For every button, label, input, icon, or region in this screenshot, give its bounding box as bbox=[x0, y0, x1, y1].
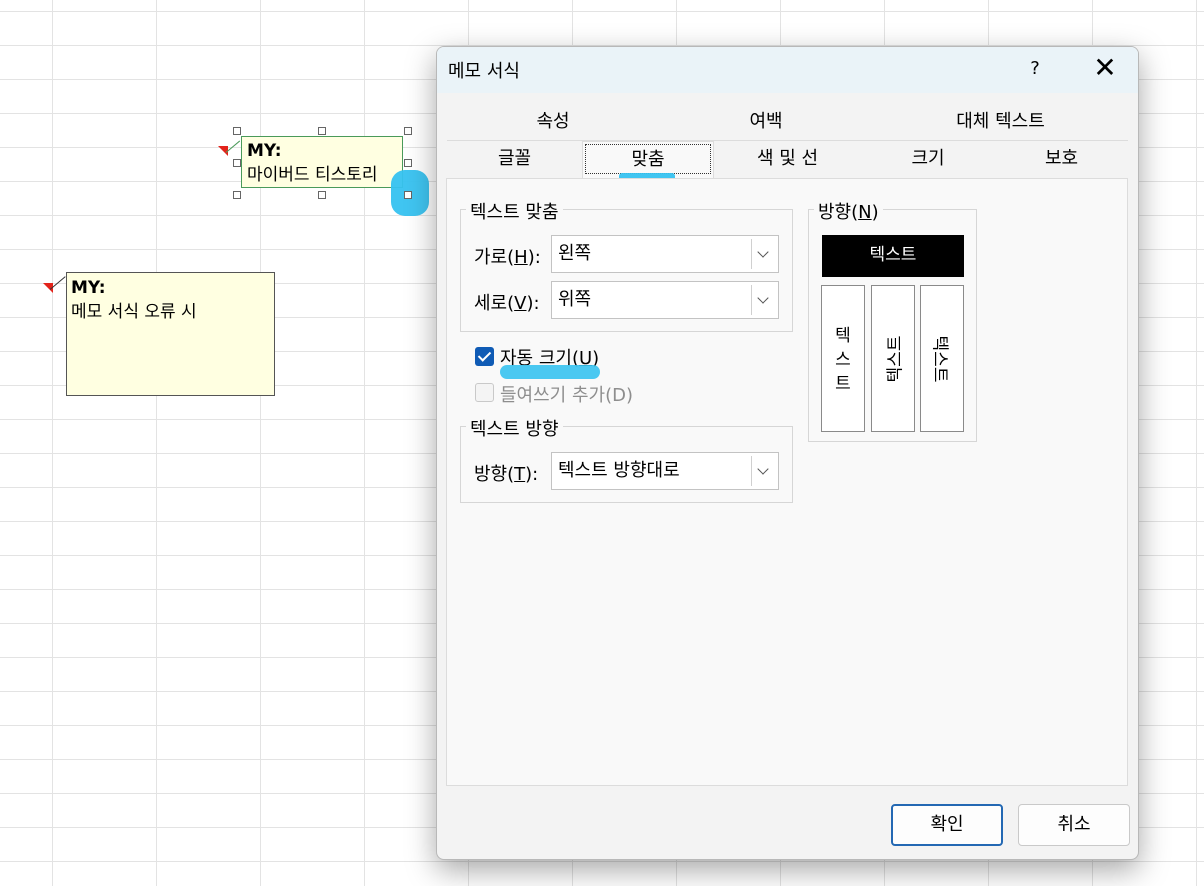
direction-label: 방향(T): bbox=[474, 464, 539, 485]
chevron-down-icon[interactable] bbox=[751, 239, 776, 269]
resize-handle[interactable] bbox=[404, 127, 412, 135]
resize-handle[interactable] bbox=[404, 191, 412, 199]
close-icon[interactable]: ✕ bbox=[1085, 53, 1125, 85]
tab-properties[interactable]: 속성 bbox=[447, 103, 659, 141]
orientation-rotate-up-option[interactable]: 텍스트 bbox=[871, 285, 915, 432]
dialog-titlebar[interactable]: 메모 서식 ? ✕ bbox=[437, 47, 1138, 93]
chevron-down-icon[interactable] bbox=[751, 456, 776, 486]
vertical-value: 위쪽 bbox=[558, 289, 592, 310]
stacked-char: 텍 bbox=[835, 326, 851, 346]
comment-box-selected[interactable]: MY: 마이버드 티스토리 bbox=[241, 136, 403, 188]
comment-author: MY: bbox=[247, 141, 282, 161]
help-button[interactable]: ? bbox=[1023, 55, 1047, 83]
auto-size-checkbox[interactable] bbox=[475, 347, 494, 366]
tab-font[interactable]: 글꼴 bbox=[447, 141, 582, 177]
resize-handle[interactable] bbox=[233, 191, 241, 199]
direction-value: 텍스트 방향대로 bbox=[558, 460, 680, 481]
tab-focus-rect bbox=[585, 144, 711, 174]
ok-button[interactable]: 확인 bbox=[891, 804, 1003, 846]
resize-handle[interactable] bbox=[404, 159, 412, 167]
orientation-stacked-option[interactable]: 텍 스 트 bbox=[821, 285, 865, 432]
tab-colors-lines[interactable]: 색 및 선 bbox=[714, 141, 861, 177]
tab-margins[interactable]: 여백 bbox=[659, 103, 873, 141]
orientation-label: 방향(N) bbox=[814, 198, 883, 224]
horizontal-select[interactable]: 왼쪽 bbox=[551, 235, 779, 273]
horizontal-value: 왼쪽 bbox=[558, 243, 592, 264]
orientation-rotate-down-option[interactable]: 텍스트 bbox=[920, 285, 964, 432]
chevron-down-icon[interactable] bbox=[751, 285, 776, 315]
vertical-label: 세로(V): bbox=[474, 293, 540, 314]
comment-text: 메모 서식 오류 시 bbox=[71, 302, 197, 322]
tab-alt-text[interactable]: 대체 텍스트 bbox=[873, 103, 1128, 141]
tab-size[interactable]: 크기 bbox=[861, 141, 995, 177]
resize-handle[interactable] bbox=[318, 191, 326, 199]
rotated-down-text: 텍스트 bbox=[929, 335, 950, 382]
resize-handle[interactable] bbox=[318, 127, 326, 135]
rotated-up-text: 텍스트 bbox=[885, 335, 906, 382]
resize-handle[interactable] bbox=[233, 159, 241, 167]
horizontal-label: 가로(H): bbox=[474, 247, 541, 268]
format-comment-dialog: 메모 서식 ? ✕ 속성 여백 대체 텍스트 글꼴 맞춤 색 및 선 크기 보호… bbox=[436, 46, 1139, 860]
indent-label[interactable]: 들여쓰기 추가(D) bbox=[500, 381, 633, 407]
alignment-panel: 텍스트 맞춤 가로(H): 왼쪽 세로(V): 위쪽 자동 크기(U) 들여쓰기… bbox=[446, 178, 1128, 786]
stacked-char: 트 bbox=[835, 374, 851, 394]
dialog-title: 메모 서식 bbox=[448, 61, 520, 82]
resize-handle[interactable] bbox=[233, 127, 241, 135]
vertical-select[interactable]: 위쪽 bbox=[551, 281, 779, 319]
highlight-mark bbox=[500, 365, 600, 379]
direction-select[interactable]: 텍스트 방향대로 bbox=[551, 452, 779, 490]
comment-author: MY: bbox=[71, 278, 106, 298]
comment-text: 마이버드 티스토리 bbox=[247, 165, 378, 185]
cancel-button[interactable]: 취소 bbox=[1018, 804, 1130, 846]
indent-checkbox[interactable] bbox=[475, 383, 494, 402]
stacked-char: 스 bbox=[835, 350, 851, 370]
text-direction-label: 텍스트 방향 bbox=[466, 415, 563, 441]
tab-protection[interactable]: 보호 bbox=[995, 141, 1128, 177]
orientation-horizontal-option[interactable]: 텍스트 bbox=[822, 235, 964, 277]
text-alignment-label: 텍스트 맞춤 bbox=[466, 198, 563, 224]
comment-box[interactable]: MY: 메모 서식 오류 시 bbox=[66, 272, 275, 396]
